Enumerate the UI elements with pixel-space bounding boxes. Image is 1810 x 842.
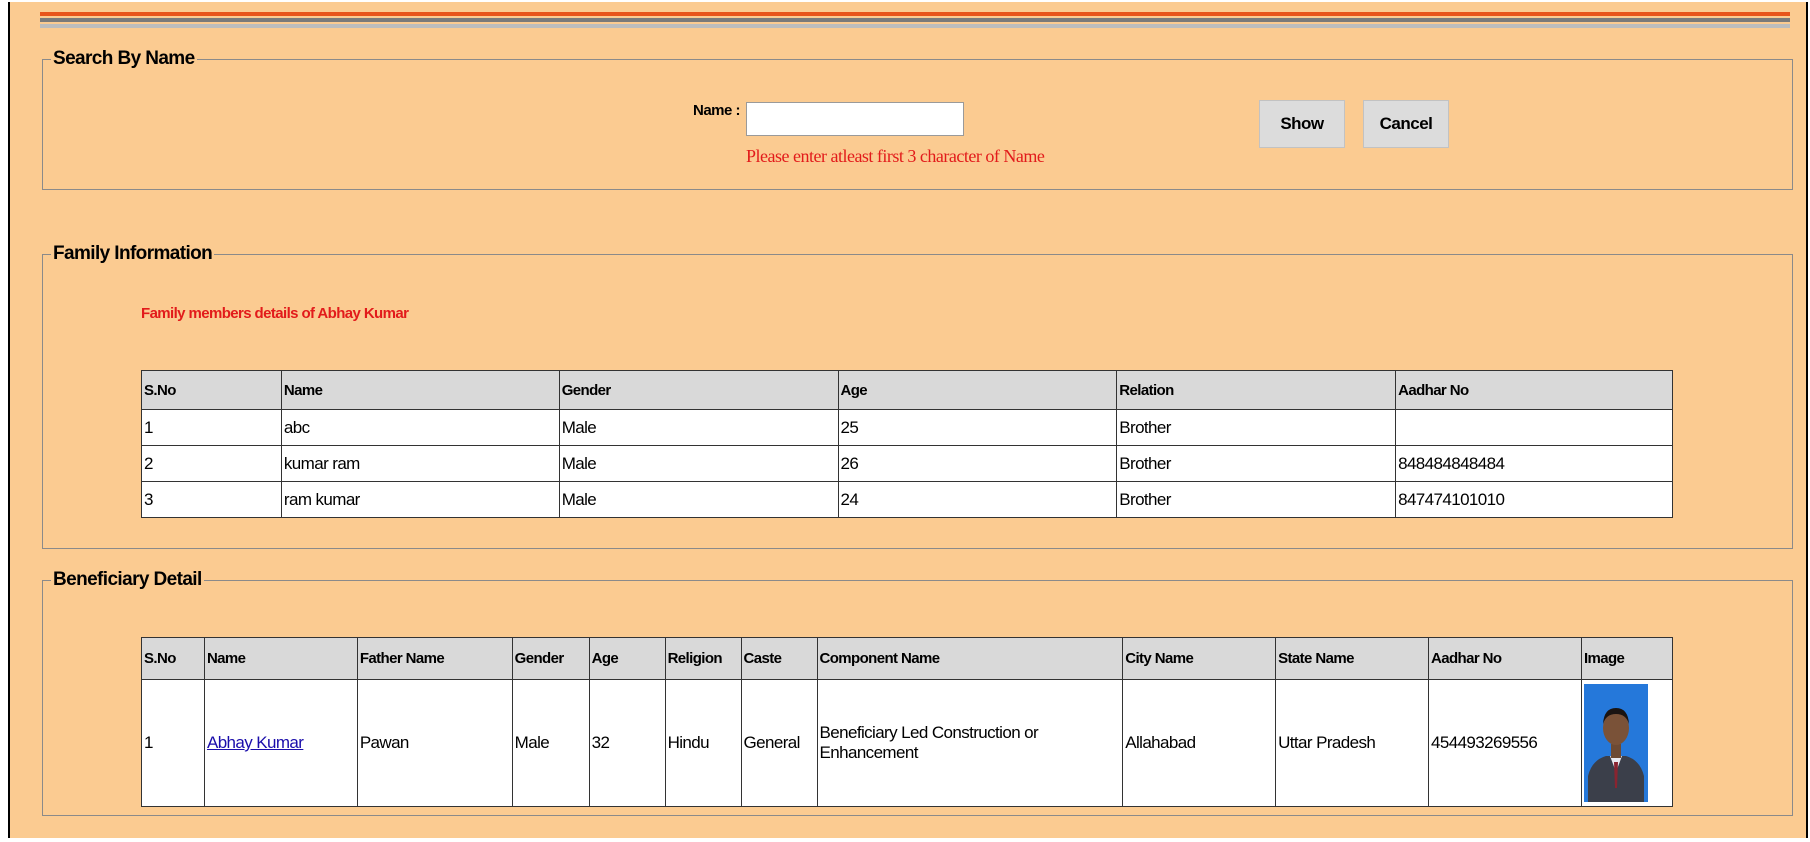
- table-cell: Hindu: [664, 679, 742, 807]
- cancel-button[interactable]: Cancel: [1363, 100, 1449, 148]
- table-cell: 848484848484: [1395, 445, 1673, 482]
- column-header: City Name: [1122, 637, 1277, 680]
- table-cell: Allahabad: [1122, 679, 1277, 807]
- table-cell: [1580, 679, 1674, 807]
- beneficiary-name-link[interactable]: Abhay Kumar: [207, 733, 304, 752]
- beneficiary-table: S.No Name Father Name Gender Age Religio…: [141, 637, 1674, 807]
- family-title: Family members details of Abhay Kumar: [141, 305, 409, 322]
- column-header: Name: [280, 370, 560, 410]
- table-cell: 24: [837, 481, 1118, 518]
- family-table: S.No Name Gender Age Relation Aadhar No …: [141, 370, 1673, 518]
- table-cell: 454493269556: [1428, 679, 1582, 807]
- column-header: Gender: [558, 370, 839, 410]
- table-cell: Male: [511, 679, 590, 807]
- beneficiary-fieldset: Beneficiary Detail S.No Name Father Name…: [42, 569, 1793, 816]
- column-header: Image: [1580, 637, 1674, 680]
- table-cell: Brother: [1116, 481, 1397, 518]
- beneficiary-legend: Beneficiary Detail: [53, 569, 202, 590]
- family-legend: Family Information: [53, 243, 213, 264]
- table-row: 1 Abhay Kumar Pawan Male 32 Hindu Genera…: [141, 679, 1674, 807]
- table-cell: Male: [558, 409, 839, 446]
- table-cell: 2: [141, 445, 282, 482]
- table-cell: Male: [558, 445, 839, 482]
- page-frame: Search By Name Name : Please enter atlea…: [8, 2, 1808, 838]
- table-cell: kumar ram: [280, 445, 560, 482]
- column-header: State Name: [1275, 637, 1429, 680]
- column-header: S.No: [141, 370, 282, 410]
- column-header: Name: [203, 637, 358, 680]
- table-cell: 32: [588, 679, 666, 807]
- table-cell: 26: [837, 445, 1118, 482]
- table-cell: Pawan: [356, 679, 513, 807]
- show-button[interactable]: Show: [1259, 100, 1345, 148]
- column-header: Aadhar No: [1395, 370, 1673, 410]
- header-stripes: [40, 12, 1790, 30]
- table-cell: 847474101010: [1395, 481, 1673, 518]
- search-legend: Search By Name: [53, 48, 195, 69]
- column-header: Caste: [740, 637, 818, 680]
- table-cell: 1: [141, 679, 205, 807]
- table-cell: ram kumar: [280, 481, 560, 518]
- table-row: 1 abc Male 25 Brother: [141, 409, 1673, 446]
- column-header: Component Name: [816, 637, 1124, 680]
- name-hint: Please enter atleast first 3 character o…: [746, 146, 1045, 166]
- table-cell: Brother: [1116, 409, 1397, 446]
- table-cell: Uttar Pradesh: [1275, 679, 1429, 807]
- table-row: 2 kumar ram Male 26 Brother 848484848484: [141, 445, 1673, 482]
- table-cell: Brother: [1116, 445, 1397, 482]
- search-fieldset: Search By Name Name : Please enter atlea…: [42, 48, 1793, 190]
- family-fieldset: Family Information Family members detail…: [42, 243, 1793, 549]
- column-header: Age: [837, 370, 1118, 410]
- table-cell: [1395, 409, 1673, 446]
- column-header: S.No: [141, 637, 205, 680]
- table-cell: Male: [558, 481, 839, 518]
- table-header-row: S.No Name Gender Age Relation Aadhar No: [141, 370, 1673, 410]
- table-cell: 25: [837, 409, 1118, 446]
- table-row: 3 ram kumar Male 24 Brother 847474101010: [141, 481, 1673, 518]
- table-cell: 1: [141, 409, 282, 446]
- column-header: Gender: [511, 637, 590, 680]
- table-cell: General: [740, 679, 818, 807]
- table-cell: 3: [141, 481, 282, 518]
- table-cell: Beneficiary Led Construction or Enhancem…: [816, 679, 1124, 807]
- column-header: Relation: [1116, 370, 1397, 410]
- column-header: Aadhar No: [1428, 637, 1582, 680]
- column-header: Father Name: [356, 637, 513, 680]
- beneficiary-photo: [1583, 684, 1648, 802]
- name-input[interactable]: [746, 102, 964, 136]
- column-header: Religion: [664, 637, 742, 680]
- table-cell: abc: [280, 409, 560, 446]
- table-cell: Abhay Kumar: [203, 679, 358, 807]
- column-header: Age: [588, 637, 666, 680]
- name-label: Name :: [693, 102, 741, 119]
- table-header-row: S.No Name Father Name Gender Age Religio…: [141, 637, 1674, 680]
